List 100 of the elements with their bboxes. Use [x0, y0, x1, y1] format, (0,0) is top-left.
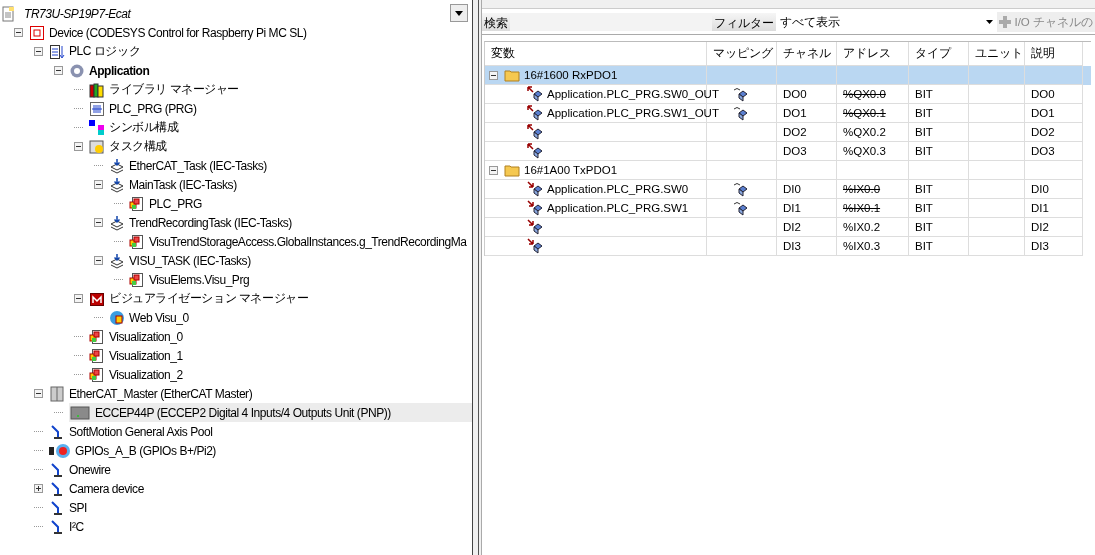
globe-icon [109, 309, 125, 326]
address-text: %QX0.0 [843, 88, 886, 100]
dropdown-button[interactable] [450, 4, 468, 22]
table-cell [969, 161, 1025, 180]
expand-toggle[interactable] [94, 180, 103, 189]
gpio-icon [49, 442, 71, 459]
group-row[interactable]: 16#1600 RxPDO1 [485, 66, 1091, 85]
address-text: %IX0.3 [843, 240, 881, 252]
tree-item[interactable]: ECCEP44P (ECCEP2 Digital 4 Inputs/4 Outputs Unit (PNP)) [69, 403, 472, 422]
table-cell [909, 161, 969, 180]
tree-item[interactable]: TrendRecordingTask (IEC-Tasks) [109, 213, 296, 232]
tree-item[interactable]: シンボル構成 [89, 118, 183, 137]
table-cell: DI3 [1025, 237, 1083, 256]
table-cell [969, 180, 1025, 199]
tree-item[interactable]: VisuTrendStorageAccess.GlobalInstances.g_TrendRecordingMa [129, 232, 471, 251]
table-cell: DO2 [777, 123, 837, 142]
tree-item[interactable]: Camera device [49, 479, 148, 498]
caret-icon [455, 10, 463, 16]
tree-item[interactable]: Visualization_2 [89, 365, 187, 384]
tree-item[interactable]: GPIOs_A_B (GPIOs B+/Pi2) [49, 441, 220, 460]
expand-toggle[interactable] [34, 484, 43, 493]
address-text: %QX0.2 [843, 126, 886, 138]
table-cell [969, 199, 1025, 218]
document-icon [49, 43, 65, 60]
tree-item[interactable]: Onewire [49, 460, 115, 479]
task-config-icon [89, 138, 105, 155]
table-cell [969, 142, 1025, 161]
input-variable-icon [527, 219, 543, 235]
tree-item[interactable]: VisuElems.Visu_Prg [129, 270, 254, 289]
expand-toggle[interactable] [74, 142, 83, 151]
task-icon [109, 157, 125, 174]
variable-name: Application.PLC_PRG.SW1_OUT [547, 107, 719, 119]
table-cell [969, 104, 1025, 123]
table-cell: BIT [909, 218, 969, 237]
tree-item[interactable]: Device (CODESYS Control for Raspberry Pi MC SL) [29, 23, 311, 42]
expand-toggle[interactable] [34, 389, 43, 398]
expand-toggle[interactable] [54, 66, 63, 75]
address-text: %IX0.1 [843, 202, 881, 214]
group-row[interactable]: 16#1A00 TxPDO1 [485, 161, 1091, 180]
mapping-icon [731, 181, 748, 197]
expand-toggle[interactable] [489, 70, 498, 80]
tree-item[interactable]: SoftMotion General Axis Pool [49, 422, 217, 441]
input-variable-icon [527, 238, 543, 254]
project-title: TR73U-SP19P7-Ecat [24, 6, 131, 21]
connector-icon [49, 499, 65, 516]
symbol-icon [89, 119, 105, 136]
table-cell [969, 66, 1025, 85]
table-cell: DO1 [777, 104, 837, 123]
table-cell [777, 66, 837, 85]
expand-toggle[interactable] [74, 294, 83, 303]
output-variable-icon [527, 124, 543, 140]
tree-item[interactable]: VISU_TASK (IEC-Tasks) [109, 251, 255, 270]
table-cell: DO0 [777, 85, 837, 104]
tree-item[interactable]: タスク構成 [89, 137, 171, 156]
tree-item[interactable]: Visualization_1 [89, 346, 187, 365]
table-cell: DO3 [777, 142, 837, 161]
table-cell [969, 85, 1025, 104]
connector-icon [49, 423, 65, 440]
tree-item[interactable]: ビジュアライゼーション マネージャー [89, 289, 313, 308]
mapping-icon [731, 86, 748, 102]
expand-toggle[interactable] [34, 47, 43, 56]
program-icon [89, 100, 105, 117]
gear-icon [69, 62, 85, 79]
filter-dropdown[interactable]: すべて表示 [776, 13, 998, 31]
tree-item[interactable]: ライブラリ マネージャー [89, 80, 243, 99]
tree-item[interactable]: Application [69, 61, 154, 80]
table-cell [969, 218, 1025, 237]
tree-item[interactable]: PLC_PRG (PRG) [89, 99, 201, 118]
group-label: 16#1A00 TxPDO1 [524, 164, 618, 176]
table-cell: DO0 [1025, 85, 1083, 104]
tree-item[interactable]: PLC ロジック [49, 42, 145, 61]
expand-toggle[interactable] [489, 165, 498, 175]
plus-icon [999, 16, 1012, 28]
visu-manager-icon [89, 290, 105, 307]
visu-icon [129, 271, 145, 288]
connector-icon [49, 480, 65, 497]
table-cell [1025, 161, 1083, 180]
tree-item[interactable]: Visualization_0 [89, 327, 187, 346]
tree-item[interactable]: EtherCAT_Master (EtherCAT Master) [49, 384, 257, 403]
task-icon [109, 252, 125, 269]
tree-item[interactable]: Web Visu_0 [109, 308, 193, 327]
tree-item[interactable]: SPI [49, 498, 91, 517]
table-cell: BIT [909, 180, 969, 199]
address-text: %IX0.0 [843, 183, 881, 195]
expand-toggle[interactable] [94, 218, 103, 227]
task-icon [109, 176, 125, 193]
tree-item[interactable]: EtherCAT_Task (IEC-Tasks) [109, 156, 271, 175]
tree-item[interactable]: PLC_PRG [129, 194, 206, 213]
table-cell: BIT [909, 104, 969, 123]
visu-icon [89, 328, 105, 345]
expand-toggle[interactable] [14, 28, 23, 37]
expand-toggle[interactable] [94, 256, 103, 265]
output-variable-icon [527, 86, 543, 102]
table-cell [969, 237, 1025, 256]
search-field[interactable] [510, 13, 712, 31]
output-variable-icon [527, 143, 543, 159]
tree-item[interactable]: MainTask (IEC-Tasks) [109, 175, 241, 194]
tree-item[interactable]: I²C [49, 517, 88, 536]
module-icon [69, 404, 91, 421]
input-variable-icon [527, 181, 543, 197]
